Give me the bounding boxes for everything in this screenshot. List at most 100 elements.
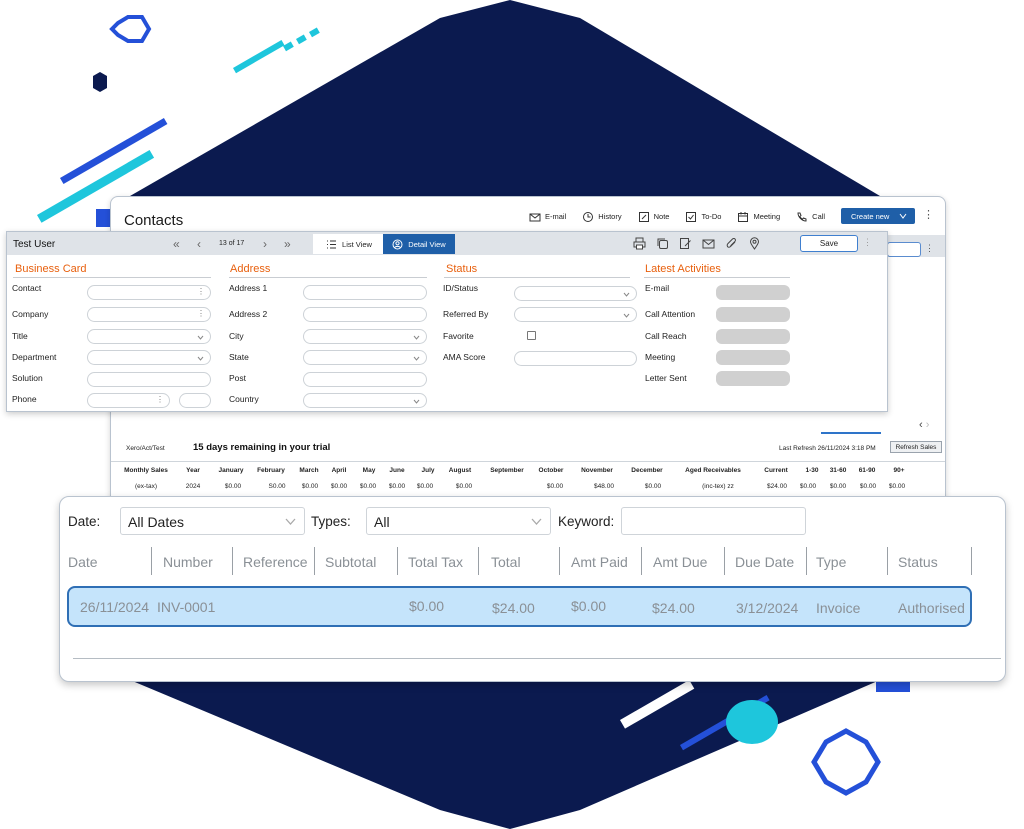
sales-value: $24.00 — [767, 483, 787, 490]
sales-value: $0.00 — [301, 483, 319, 490]
phone-ext-input[interactable] — [179, 393, 211, 408]
column-header-status[interactable]: Status — [898, 554, 938, 570]
invoice-due: $24.00 — [652, 600, 695, 616]
email-icon[interactable] — [702, 237, 715, 250]
more-menu-icon[interactable]: ⋮ — [923, 210, 934, 221]
list-view-button[interactable]: List View — [313, 234, 385, 254]
types-filter-select[interactable]: All — [366, 507, 551, 535]
column-header-type[interactable]: Type — [816, 554, 846, 570]
more-icon[interactable]: ⋮ — [197, 309, 205, 318]
column-header-subtotal[interactable]: Subtotal — [325, 554, 376, 570]
last-record-icon[interactable]: » — [284, 237, 291, 251]
chevron-down-icon — [413, 335, 420, 340]
date-filter-select[interactable]: All Dates — [120, 507, 305, 535]
action-note[interactable]: Note — [638, 209, 669, 224]
hexagon-outline-top — [109, 15, 152, 43]
sales-value: $0.00 — [224, 483, 242, 490]
invoice-status: Authorised — [898, 600, 965, 616]
state-select[interactable] — [303, 350, 427, 365]
referred-by-select[interactable] — [514, 307, 637, 322]
address1-input[interactable] — [303, 285, 427, 300]
address2-input[interactable] — [303, 307, 427, 322]
refresh-sales-button[interactable]: Refresh Sales — [890, 441, 942, 453]
sales-value: (ex-tax) — [134, 483, 158, 490]
chevron-right-icon[interactable]: › — [926, 419, 930, 431]
prev-record-icon[interactable]: ‹ — [197, 237, 201, 251]
post-input[interactable] — [303, 372, 427, 387]
contact-input[interactable]: ⋮ — [87, 285, 211, 300]
action-meeting[interactable]: Meeting — [737, 209, 780, 224]
save-button[interactable]: Save — [800, 235, 858, 252]
sales-value: S0.00 — [268, 483, 286, 490]
keyword-input[interactable] — [621, 507, 806, 535]
city-select[interactable] — [303, 329, 427, 344]
contact-detail-window: Test User « ‹ 13 of 17 › » List View Det… — [6, 231, 888, 412]
column-header-total-tax[interactable]: Total Tax — [408, 554, 463, 570]
id-status-select[interactable] — [514, 286, 637, 301]
title-select[interactable] — [87, 329, 211, 344]
field-label: State — [229, 352, 249, 362]
chevron-down-icon — [531, 518, 542, 525]
sales-header: October — [538, 467, 564, 474]
types-filter-label: Types: — [311, 514, 351, 529]
action-email[interactable]: E-mail — [529, 209, 566, 224]
field-label: Department — [12, 352, 57, 362]
column-header-reference[interactable]: Reference — [243, 554, 308, 570]
chevron-down-icon — [413, 399, 420, 404]
chevron-down-icon — [197, 356, 204, 361]
hexagon-outline-bottom — [811, 728, 881, 796]
strip-more-icon[interactable]: ⋮ — [925, 244, 934, 253]
more-icon[interactable]: ⋮ — [197, 287, 205, 296]
action-history[interactable]: History — [582, 209, 622, 224]
column-header-due-date[interactable]: Due Date — [735, 554, 794, 570]
action-meeting-label: Meeting — [753, 212, 781, 221]
field-label: Meeting — [645, 352, 676, 362]
action-todo[interactable]: To-Do — [685, 209, 721, 224]
chevron-left-icon[interactable]: ‹ — [919, 419, 923, 431]
ama-score-input[interactable] — [514, 351, 637, 366]
chevron-down-icon — [899, 213, 907, 219]
column-header-amt-due[interactable]: Amt Due — [653, 554, 707, 570]
print-icon[interactable] — [633, 237, 646, 250]
create-new-button[interactable]: Create new — [841, 208, 915, 224]
invoice-due-date: 3/12/2024 — [736, 600, 799, 616]
column-header-total[interactable]: Total — [491, 554, 521, 570]
department-select[interactable] — [87, 350, 211, 365]
edit-icon[interactable] — [679, 237, 692, 250]
sales-value: $0.00 — [359, 483, 377, 490]
copy-icon[interactable] — [656, 237, 669, 250]
company-input[interactable]: ⋮ — [87, 307, 211, 322]
country-select[interactable] — [303, 393, 427, 408]
search-input-small[interactable] — [887, 242, 921, 257]
column-header-amt-paid[interactable]: Amt Paid — [571, 554, 628, 570]
business-card-rule — [13, 277, 211, 278]
phone-input[interactable]: ⋮ — [87, 393, 170, 408]
action-call[interactable]: Call — [796, 209, 825, 224]
invoice-paid: $0.00 — [571, 598, 607, 614]
field-label: Contact — [12, 283, 42, 293]
detail-view-button[interactable]: Detail View — [383, 234, 455, 254]
column-header-number[interactable]: Number — [163, 554, 213, 570]
solution-input[interactable] — [87, 372, 211, 387]
detail-more-icon[interactable]: ⋮ — [863, 238, 872, 247]
column-divider — [641, 547, 642, 575]
sales-header: September — [490, 467, 524, 474]
more-icon[interactable]: ⋮ — [156, 395, 164, 404]
sales-value: $0.00 — [455, 483, 473, 490]
sales-header: 90+ — [893, 467, 905, 474]
activity-value — [716, 307, 790, 322]
favorite-checkbox[interactable] — [527, 331, 536, 340]
field-label: Address 2 — [229, 309, 268, 319]
sales-value: (inc-tex) zz — [702, 483, 734, 490]
field-label: ID/Status — [443, 283, 478, 293]
sales-value: 2024 — [185, 483, 201, 490]
invoice-type: Invoice — [816, 600, 861, 616]
attach-icon[interactable] — [725, 237, 738, 250]
first-record-icon[interactable]: « — [173, 237, 180, 251]
location-icon[interactable] — [748, 237, 761, 250]
field-label: Country — [229, 394, 259, 404]
pager-arrows[interactable]: ‹ › — [919, 419, 929, 431]
column-header-date[interactable]: Date — [68, 554, 98, 570]
invoice-row[interactable]: 26/11/2024 INV-0001 $0.00 $24.00 $0.00 $… — [67, 586, 972, 627]
next-record-icon[interactable]: › — [263, 237, 267, 251]
